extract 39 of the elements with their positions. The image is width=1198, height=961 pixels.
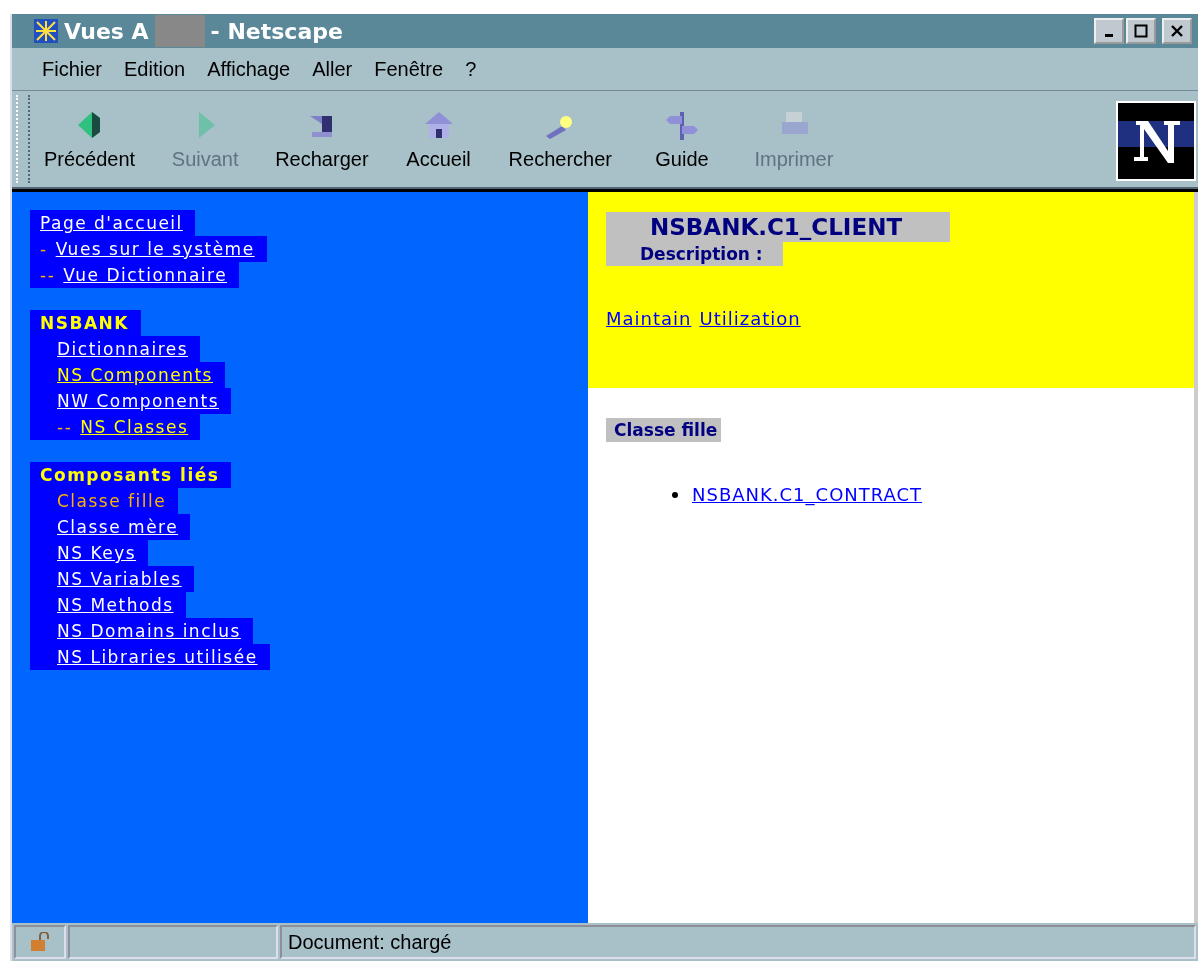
toolbar-button[interactable]: Précédent — [30, 91, 150, 187]
sidebar-link[interactable]: Vue Dictionnaire — [63, 263, 228, 287]
level-marker: - — [40, 238, 48, 261]
menu-item[interactable]: Fenêtre — [374, 57, 444, 81]
maximize-icon — [1134, 24, 1148, 38]
window-title: - Netscape — [210, 18, 343, 44]
close-button[interactable] — [1162, 18, 1192, 44]
level-marker: -- — [57, 416, 73, 439]
bullet-dot — [672, 491, 678, 498]
minimize-icon — [1105, 33, 1113, 37]
window-title: Vues A — [64, 18, 149, 44]
status-text: Document: chargé — [288, 930, 452, 954]
padlock-icon — [29, 932, 51, 952]
level-marker: -- — [40, 264, 56, 287]
menu-item[interactable]: Fichier — [42, 57, 102, 81]
sidebar-link[interactable]: Vues sur le système — [55, 237, 255, 261]
description-label: Description : — [606, 242, 783, 266]
class-link[interactable]: NSBANK.C1_CONTRACT — [692, 484, 923, 505]
menu-item[interactable]: Aller — [312, 57, 353, 81]
maximize-button[interactable] — [1126, 18, 1156, 44]
section-heading: Classe fille — [606, 418, 722, 442]
menu-item[interactable]: ? — [465, 57, 477, 81]
minimize-button[interactable] — [1094, 18, 1124, 44]
toolbar-button[interactable]: Guide — [625, 91, 738, 187]
menu-item[interactable]: Edition — [124, 57, 186, 81]
app-icon — [34, 19, 58, 43]
section-heading: Composants liés — [40, 464, 220, 487]
content-link[interactable]: Maintain — [606, 308, 692, 329]
toolbar-button[interactable]: Rechercher — [494, 91, 626, 187]
section-heading: NSBANK — [40, 312, 129, 335]
sidebar-link[interactable]: NS Classes — [80, 415, 189, 439]
toolbar-grip[interactable] — [16, 95, 30, 183]
class-title: NSBANK.C1_CLIENT — [606, 212, 951, 242]
close-icon — [1170, 24, 1184, 38]
content-link[interactable]: Utilization — [699, 308, 801, 329]
toolbar-button[interactable]: Accueil — [382, 91, 495, 187]
menu-item[interactable]: Affichage — [207, 57, 291, 81]
redaction-block — [154, 15, 205, 47]
toolbar-button[interactable]: Recharger — [261, 91, 383, 187]
